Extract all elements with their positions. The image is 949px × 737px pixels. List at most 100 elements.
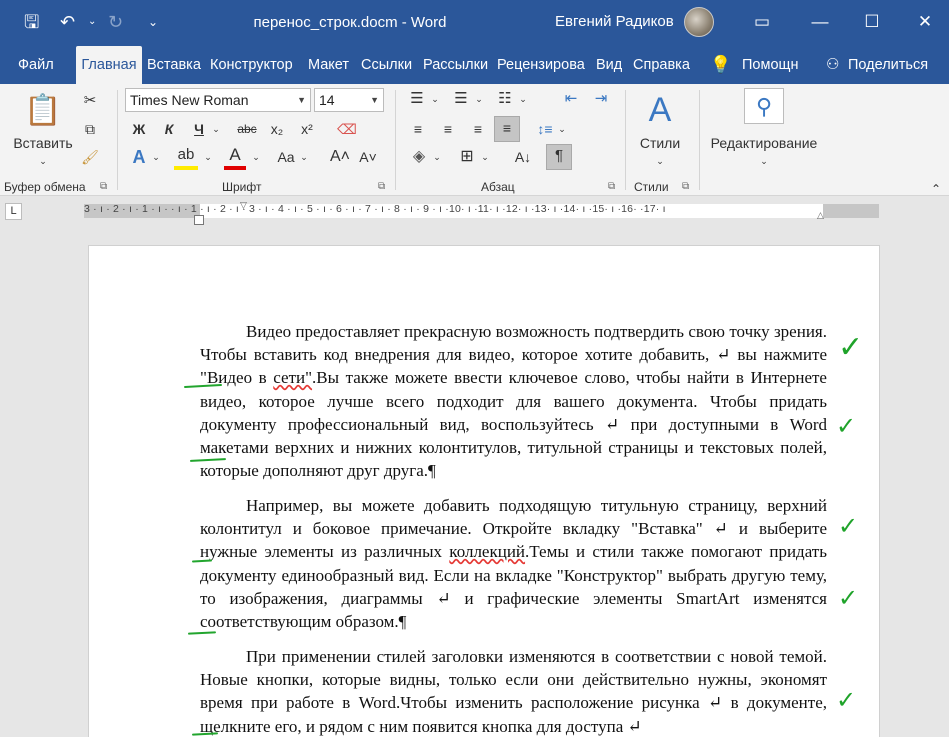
maximize-icon[interactable]: ☐ (852, 8, 892, 36)
tab-mailings[interactable]: Рассылки (423, 46, 488, 84)
shading-icon[interactable]: ◈ (407, 146, 431, 168)
tab-stop-selector[interactable]: L (5, 203, 22, 220)
justify-icon[interactable]: ≡ (494, 116, 520, 142)
tab-help[interactable]: Справка (633, 46, 690, 84)
group-label-font: Шрифт (222, 180, 262, 194)
spelling-error[interactable]: коллекций (449, 542, 525, 561)
tell-me-search[interactable]: Помощн (742, 46, 798, 84)
text-effects-icon[interactable]: A (128, 146, 150, 168)
tab-references[interactable]: Ссылки (361, 46, 412, 84)
borders-dropdown-icon[interactable]: ⌄ (479, 146, 491, 168)
paragraph-3[interactable]: При применении стилей заголовки изменяют… (200, 645, 827, 737)
clipboard-launcher-icon[interactable]: ⧉ (100, 181, 107, 192)
font-color-icon[interactable]: A (224, 144, 246, 170)
paragraph-2[interactable]: Например, вы можете добавить подходящую … (200, 494, 827, 633)
numbering-dropdown-icon[interactable]: ⌄ (473, 88, 485, 110)
minimize-icon[interactable]: — (800, 8, 840, 36)
ruler-area: L 3 · ı · 2 · ı · 1 · ı · · ı · 1 · ı · … (0, 197, 949, 227)
styles-dropdown-icon[interactable]: ⌄ (651, 150, 669, 172)
align-right-icon[interactable]: ≡ (467, 118, 489, 140)
underline-button[interactable]: Ч (188, 118, 210, 140)
tab-design[interactable]: Конструктор (210, 46, 293, 84)
styles-icon[interactable]: A (640, 90, 680, 130)
font-launcher-icon[interactable]: ⧉ (378, 181, 385, 192)
ribbon-tabs: Файл Главная Вставка Конструктор Макет С… (0, 46, 949, 84)
text-effects-dropdown-icon[interactable]: ⌄ (150, 146, 162, 168)
font-color-dropdown-icon[interactable]: ⌄ (250, 146, 262, 168)
spelling-error[interactable]: сети" (273, 368, 312, 387)
group-label-styles: Стили (634, 180, 669, 194)
bullets-icon[interactable]: ☰ (405, 88, 429, 110)
line-spacing-icon[interactable]: ↕≡ (534, 118, 556, 140)
increase-indent-icon[interactable]: ⇥ (590, 88, 612, 110)
group-label-paragraph: Абзац (481, 180, 515, 194)
right-indent-marker[interactable]: △ (817, 210, 824, 221)
align-center-icon[interactable]: ≡ (437, 118, 459, 140)
copy-icon[interactable]: ⧉ (80, 118, 100, 140)
italic-button[interactable]: К (158, 118, 180, 140)
user-name[interactable]: Евгений Радиков (555, 13, 674, 30)
share-button[interactable]: Поделиться (848, 46, 928, 84)
group-label-clipboard: Буфер обмена (4, 180, 86, 194)
bold-button[interactable]: Ж (128, 118, 150, 140)
tab-view[interactable]: Вид (596, 46, 622, 84)
left-indent-marker[interactable] (194, 215, 204, 225)
checkmark-icon: ✓ (838, 584, 859, 612)
group-separator (395, 90, 396, 190)
search-icon[interactable]: ⚲ (744, 88, 784, 124)
highlight-dropdown-icon[interactable]: ⌄ (202, 146, 214, 168)
borders-icon[interactable]: ⊞ (455, 146, 479, 168)
grow-font-icon[interactable]: A˄ (330, 146, 350, 168)
ruler-scale: 3 · ı · 2 · ı · 1 · ı · · ı · 1 · ı · 2 … (84, 203, 666, 215)
multilevel-dropdown-icon[interactable]: ⌄ (517, 88, 529, 110)
tab-layout[interactable]: Макет (308, 46, 349, 84)
numbering-icon[interactable]: ☰ (449, 88, 473, 110)
decrease-indent-icon[interactable]: ⇤ (560, 88, 582, 110)
group-separator (625, 90, 626, 190)
tab-insert[interactable]: Вставка (147, 46, 201, 84)
checkmark-icon: ✓ (838, 330, 864, 365)
subscript-button[interactable]: x₂ (266, 118, 288, 140)
title-bar: 🖫 ↶ ⌄ ↻ ⌄ перенос_строк.docm - Word Евге… (0, 0, 949, 46)
font-size-value: 14 (319, 92, 335, 108)
paragraph-3-text: При применении стилей заголовки изменяют… (200, 647, 827, 736)
sort-icon[interactable]: A↓ (512, 146, 534, 168)
tab-home[interactable]: Главная (76, 46, 142, 84)
first-line-indent-marker[interactable]: ▽ (240, 200, 247, 211)
styles-launcher-icon[interactable]: ⧉ (682, 181, 689, 192)
avatar[interactable] (684, 7, 714, 37)
underline-dropdown-icon[interactable]: ⌄ (210, 118, 222, 140)
group-separator (117, 90, 118, 190)
share-person-icon: ⚇ (826, 56, 840, 73)
change-case-button[interactable]: Aa (274, 146, 298, 168)
multilevel-list-icon[interactable]: ☷ (493, 88, 517, 110)
paragraph-1[interactable]: Видео предоставляет прекрасную возможнос… (200, 320, 827, 482)
align-left-icon[interactable]: ≡ (407, 118, 429, 140)
bullets-dropdown-icon[interactable]: ⌄ (429, 88, 441, 110)
line-spacing-dropdown-icon[interactable]: ⌄ (556, 118, 568, 140)
tab-file[interactable]: Файл (18, 46, 54, 84)
paste-icon[interactable]: 📋 (24, 90, 62, 132)
paste-dropdown-icon[interactable]: ⌄ (34, 150, 52, 172)
highlight-icon[interactable]: ab (174, 144, 198, 170)
paragraph-launcher-icon[interactable]: ⧉ (608, 181, 615, 192)
chevron-down-icon: ▼ (370, 95, 379, 105)
ribbon-display-icon[interactable]: ▭ (742, 8, 782, 36)
shrink-font-icon[interactable]: A˅ (358, 146, 378, 168)
font-size-combo[interactable]: 14 ▼ (314, 88, 384, 112)
clear-formatting-icon[interactable]: ⌫ (336, 118, 358, 140)
strikethrough-button[interactable]: abc (232, 118, 262, 140)
superscript-button[interactable]: x² (296, 118, 318, 140)
shading-dropdown-icon[interactable]: ⌄ (431, 146, 443, 168)
checkmark-icon: ✓ (838, 512, 859, 540)
editing-dropdown-icon[interactable]: ⌄ (755, 150, 773, 172)
format-painter-icon[interactable]: 🖌 (80, 146, 100, 168)
tab-review[interactable]: Рецензирова (497, 46, 587, 84)
show-marks-icon[interactable]: ¶ (546, 144, 572, 170)
change-case-dropdown-icon[interactable]: ⌄ (298, 146, 310, 168)
cut-icon[interactable]: ✂ (80, 90, 100, 112)
font-name-value: Times New Roman (130, 92, 249, 108)
font-name-combo[interactable]: Times New Roman ▼ (125, 88, 311, 112)
chevron-down-icon: ▼ (297, 95, 306, 105)
close-icon[interactable]: ✕ (905, 8, 945, 36)
